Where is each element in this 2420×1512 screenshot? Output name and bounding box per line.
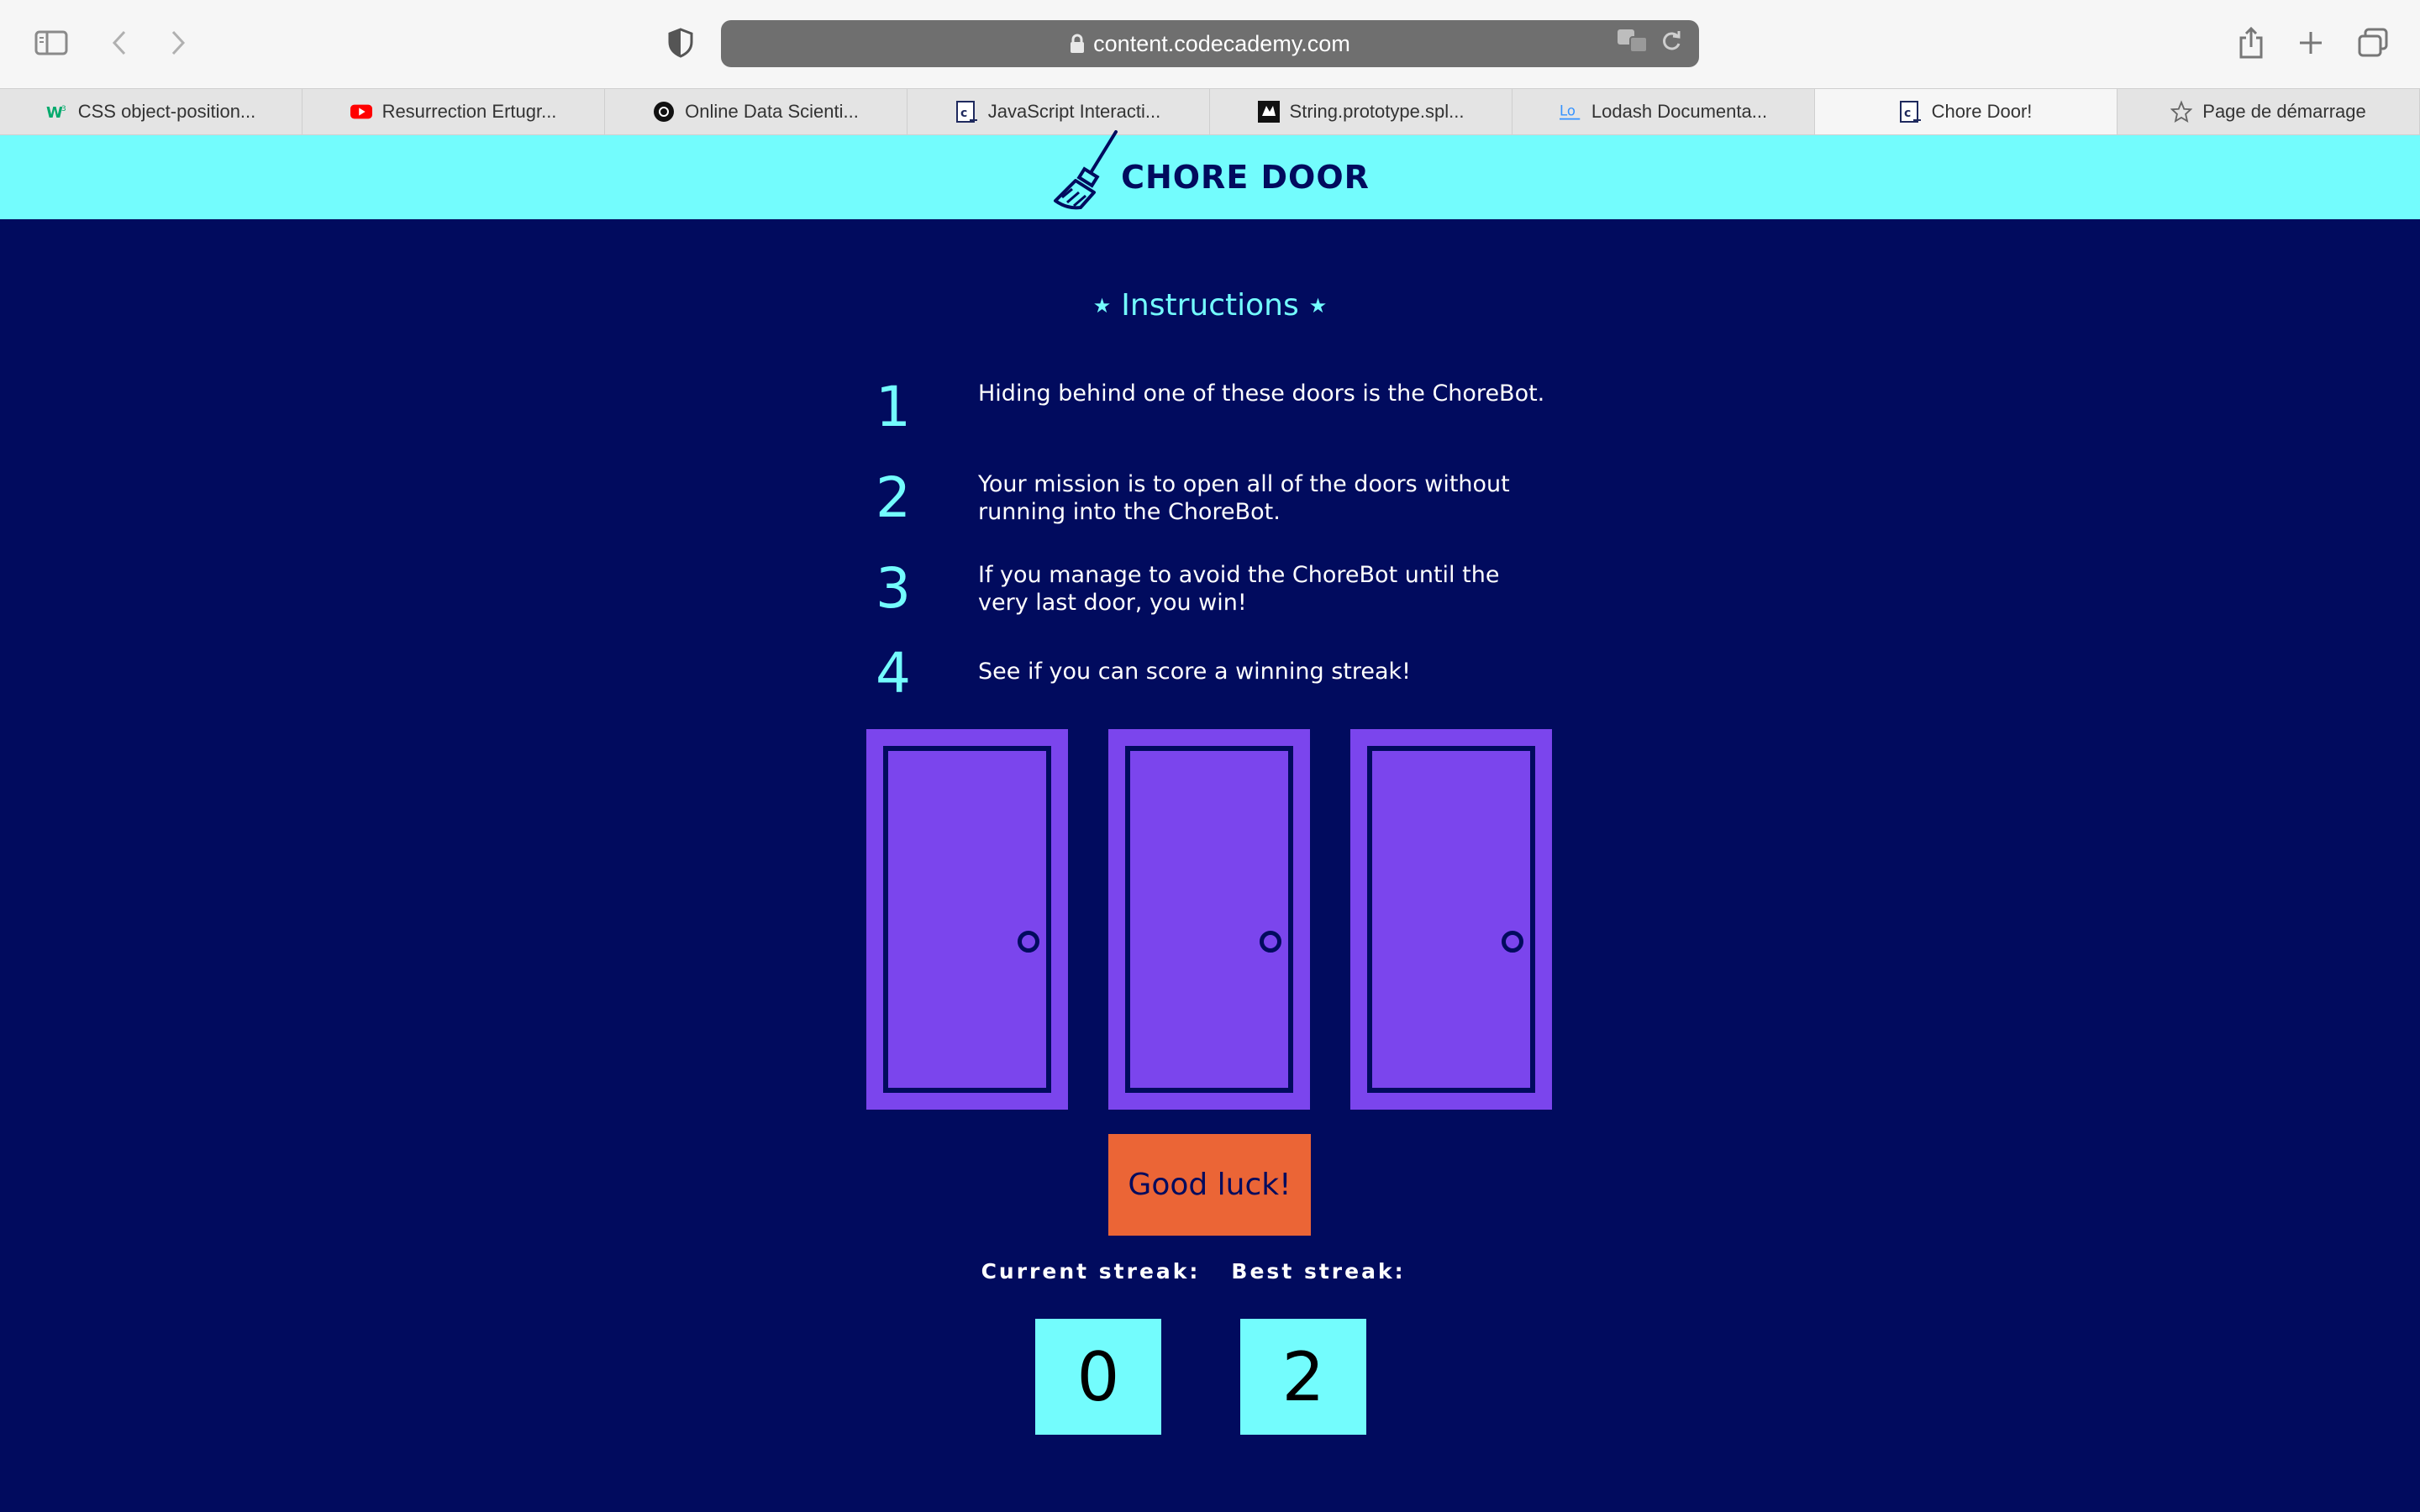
lock-icon [1070,34,1085,54]
star-icon [2170,100,2193,123]
current-streak-value: 0 [1035,1319,1161,1435]
instruction-text: See if you can score a winning streak! [978,659,1411,685]
start-button[interactable]: Good luck! [1108,1134,1311,1236]
site-title: CHORE DOOR [1121,159,1370,196]
url-text: content.codecademy.com [1093,30,1350,56]
door-knob-icon [1502,931,1523,953]
codecademy-icon: c [955,101,978,123]
tab-online-data-science[interactable]: Online Data Scienti... [605,89,908,134]
browser-toolbar: content.codecademy.com [0,0,2420,88]
tab-title: String.prototype.spl... [1289,101,1465,122]
door-panel [1125,746,1293,1093]
door-3[interactable] [1350,729,1552,1110]
door-panel [883,746,1051,1093]
svg-text:3: 3 [61,105,66,113]
instructions-title: Instructions [1121,288,1299,323]
tab-resurrection-ertugrul[interactable]: Resurrection Ertugr... [302,89,605,134]
instruction-number: 1 [876,375,911,439]
mdn-icon [1257,101,1280,123]
doors-row [866,729,1555,1111]
door-2[interactable] [1108,729,1310,1110]
instruction-text: Your mission is to open all of the doors… [978,471,1510,525]
codecademy-icon: c [1899,101,1922,123]
best-streak-value: 2 [1240,1319,1366,1435]
tab-css-object-position[interactable]: W3 CSS object-position... [0,89,302,134]
tab-page-de-demarrage[interactable]: Page de démarrage [2118,89,2420,134]
tab-javascript-interactive[interactable]: c JavaScript Interacti... [908,89,1210,134]
tab-title: Page de démarrage [2202,101,2366,122]
tab-title: JavaScript Interacti... [987,101,1161,122]
sidebar-toggle-icon[interactable] [32,25,71,60]
instruction-number: 3 [876,556,911,621]
instruction-text: If you manage to avoid the ChoreBot unti… [978,562,1500,616]
site-header: CHORE DOOR [0,129,2420,219]
translate-icon[interactable] [1617,29,1649,60]
tab-title: CSS object-position... [77,101,256,122]
tab-overview-icon[interactable] [2354,25,2391,60]
svg-text:c: c [1904,107,1911,120]
door-knob-icon [1018,931,1039,953]
best-streak-label: Best streak: [1231,1259,1406,1284]
current-streak-label: Current streak: [981,1259,1201,1284]
star-icon: ★ [1308,293,1328,318]
tab-title: Online Data Scienti... [685,101,859,122]
back-icon[interactable] [104,25,134,60]
svg-text:W: W [46,104,63,120]
datascience-icon [653,101,675,123]
instruction-text: Hiding behind one of these doors is the … [978,381,1545,407]
tab-title: Resurrection Ertugr... [381,101,557,122]
svg-text:Lo: Lo [1560,102,1576,118]
privacy-shield-icon[interactable] [664,25,697,60]
reload-icon[interactable] [1660,29,1682,59]
tab-chore-door[interactable]: c Chore Door! [1815,89,2118,134]
instruction-number: 4 [876,641,911,706]
door-panel [1367,746,1535,1093]
main-content: ★ Instructions ★ 1 Hiding behind one of … [0,219,2420,1512]
tab-bar: W3 CSS object-position... Resurrection E… [0,88,2420,135]
broom-icon [1050,129,1119,215]
door-knob-icon [1260,931,1281,953]
new-tab-icon[interactable] [2294,25,2328,60]
tab-string-prototype-split[interactable]: String.prototype.spl... [1210,89,1512,134]
lodash-icon: Lo [1559,101,1581,123]
instruction-number: 2 [876,465,911,530]
svg-text:c: c [960,107,967,120]
tab-lodash-documentation[interactable]: Lo Lodash Documenta... [1512,89,1815,134]
tab-title: Lodash Documenta... [1591,101,1768,122]
tab-title: Chore Door! [1931,101,2033,122]
forward-icon[interactable] [163,25,193,60]
w3schools-icon: W3 [46,101,68,123]
share-icon[interactable] [2235,24,2267,62]
star-icon: ★ [1092,293,1112,318]
instructions-heading: ★ Instructions ★ [0,288,2420,323]
youtube-icon [350,101,372,123]
door-1[interactable] [866,729,1068,1110]
address-bar[interactable]: content.codecademy.com [721,20,1699,67]
